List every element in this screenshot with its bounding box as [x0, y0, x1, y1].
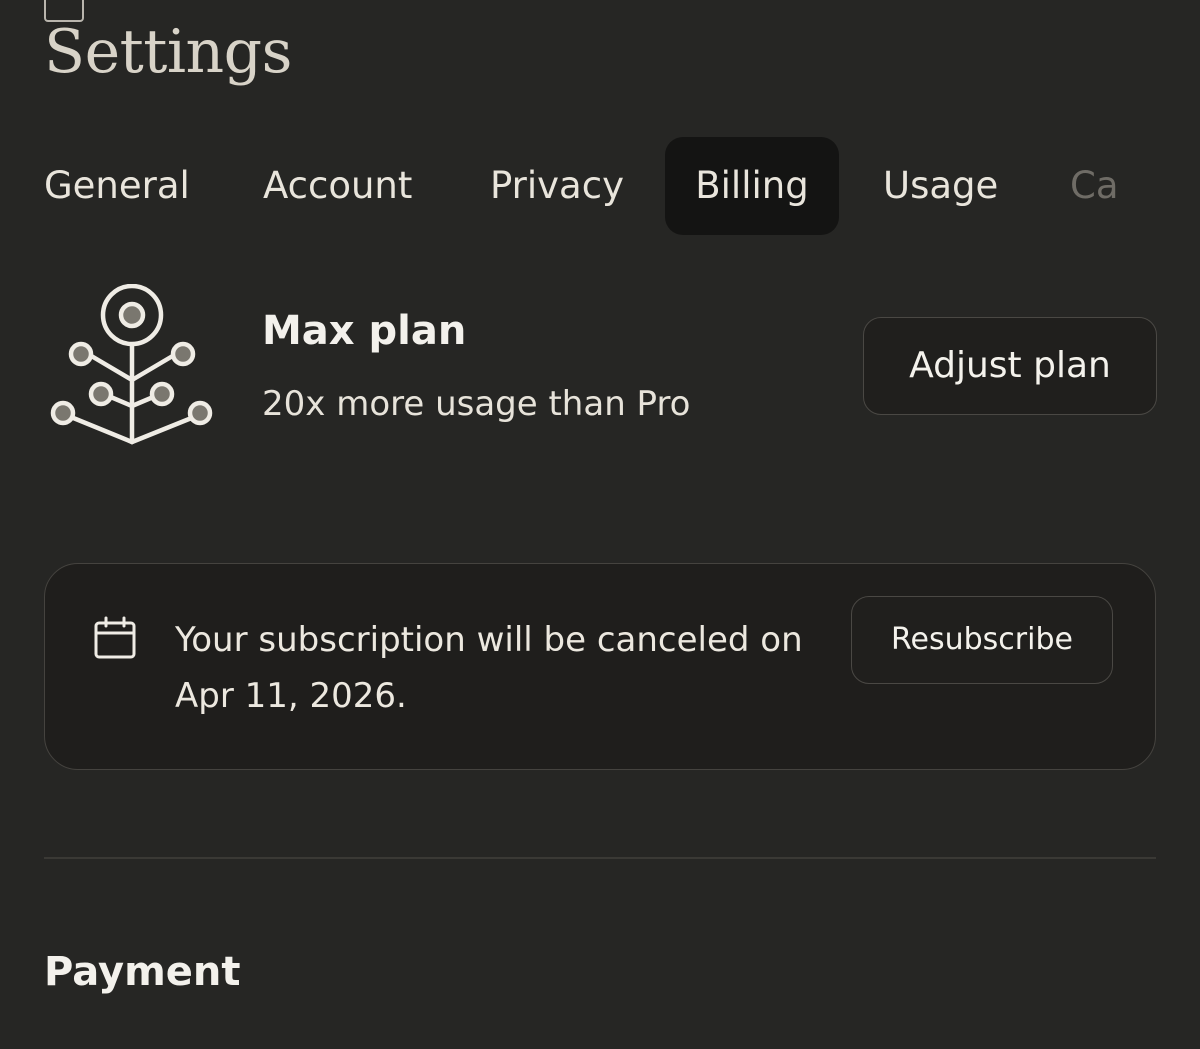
plan-description: 20x more usage than Pro: [262, 384, 691, 424]
tab-general[interactable]: General: [44, 137, 190, 235]
settings-page: Settings General Account Privacy Billing…: [0, 0, 1200, 1049]
settings-tabs: General Account Privacy Billing Usage Ca: [0, 137, 1200, 235]
tab-account[interactable]: Account: [263, 137, 412, 235]
tab-billing[interactable]: Billing: [665, 137, 839, 235]
subscription-notice-message: Your subscription will be canceled on Ap…: [175, 620, 803, 716]
tab-privacy[interactable]: Privacy: [490, 137, 624, 235]
tab-usage[interactable]: Usage: [883, 137, 998, 235]
plan-name: Max plan: [262, 308, 467, 354]
tab-partial[interactable]: Ca: [1070, 137, 1132, 235]
resubscribe-button[interactable]: Resubscribe: [851, 596, 1113, 684]
subscription-notice: Your subscription will be canceled on Ap…: [44, 563, 1156, 770]
plan-tree-icon: [48, 283, 218, 450]
page-title: Settings: [44, 17, 292, 87]
section-divider: [44, 857, 1156, 859]
payment-section-title: Payment: [44, 949, 241, 995]
calendar-icon: [93, 616, 137, 660]
adjust-plan-button[interactable]: Adjust plan: [863, 317, 1157, 415]
